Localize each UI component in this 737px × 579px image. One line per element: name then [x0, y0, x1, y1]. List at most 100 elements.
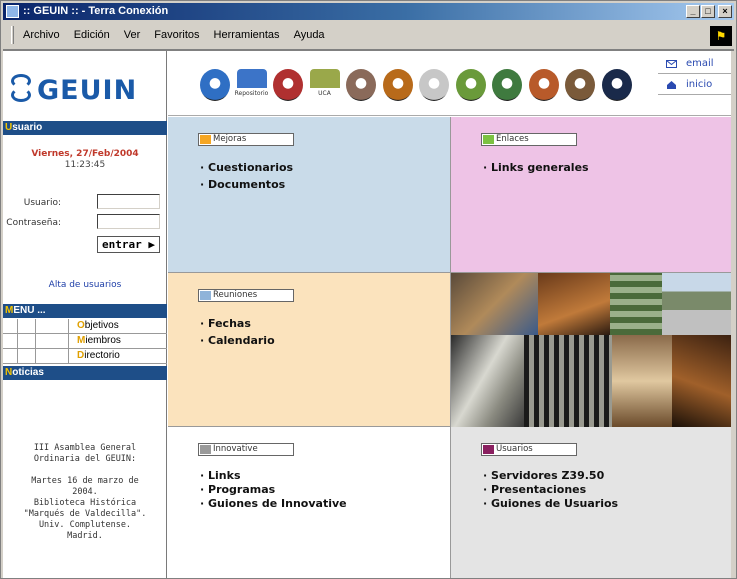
photo-interior [672, 335, 734, 427]
usuario-header: Usuario [3, 121, 167, 135]
link-programas[interactable]: Programas [200, 483, 347, 497]
menu-tree-lines [3, 349, 69, 364]
noticias-header-label: oticias [12, 367, 44, 378]
minimize-button[interactable]: _ [686, 5, 700, 18]
link-guiones-usuarios[interactable]: Guiones de Usuarios [483, 497, 618, 511]
contrasena-input[interactable] [97, 214, 160, 229]
browser-window: :: GEUIN :: - Terra Conexión _ □ × Archi… [0, 0, 737, 579]
current-time: 11:23:45 [64, 160, 106, 170]
maximize-button[interactable]: □ [701, 5, 715, 18]
emblem-caption: UCA [318, 90, 331, 97]
innovative-swatch [200, 445, 211, 454]
innovative-label: Innovative [213, 444, 258, 454]
emblem-repositorio-icon[interactable]: Repositorio [235, 69, 268, 101]
news-line: Madrid. [67, 531, 103, 541]
photo-building [662, 273, 734, 335]
window-title: :: GEUIN :: - Terra Conexión [23, 5, 169, 17]
window-controls: _ □ × [686, 5, 732, 18]
browser-icon [6, 5, 19, 18]
news-line: 2004. [72, 487, 98, 497]
emblem-8-icon[interactable] [492, 69, 522, 101]
close-button[interactable]: × [718, 5, 732, 18]
menu-ver[interactable]: Ver [124, 29, 141, 41]
news-line: Ordinaria del GEUIN: [33, 454, 137, 464]
menu-edicion[interactable]: Edición [74, 29, 110, 41]
usuario-input[interactable] [97, 194, 160, 209]
usuarios-swatch [483, 445, 494, 454]
menu-ayuda[interactable]: Ayuda [294, 29, 325, 41]
current-date: Viernes, 27/Feb/2004 [31, 149, 139, 159]
menu-herramientas[interactable]: Herramientas [214, 29, 280, 41]
photo-reading-room [612, 335, 672, 427]
news-line: Martes 16 de marzo de [31, 476, 139, 486]
usuario-header-label: suario [12, 122, 43, 133]
news-line: "Marqués de Valdecilla". [23, 509, 147, 519]
menubar-grip[interactable] [11, 26, 14, 44]
usuarios-label: Usuarios [496, 444, 533, 454]
emblem-10-icon[interactable] [565, 69, 595, 101]
title-bar[interactable]: :: GEUIN :: - Terra Conexión _ □ × [3, 3, 734, 20]
enlaces-tab[interactable]: Enlaces [481, 133, 577, 146]
reuniones-label: Reuniones [213, 290, 258, 300]
contrasena-label: Contraseña: [6, 218, 61, 228]
enlaces-swatch [483, 135, 494, 144]
photo-shelves [610, 273, 662, 335]
innovative-tab[interactable]: Innovative [198, 443, 294, 456]
mejoras-label: Mejoras [213, 134, 247, 144]
link-fechas[interactable]: Fechas [200, 315, 275, 332]
sidebar-menu: Objetivos Miembros Directorio [3, 319, 167, 364]
sidebar-item-directorio[interactable]: Directorio [3, 349, 167, 364]
emblem-caption: Repositorio [234, 90, 269, 97]
miembros-label: iembros [85, 335, 121, 346]
news-line: Univ. Complutense. [38, 520, 132, 530]
reuniones-tab[interactable]: Reuniones [198, 289, 294, 302]
emblem-7-icon[interactable] [455, 69, 486, 101]
directorio-label: irectorio [84, 350, 120, 361]
emblem-1-icon[interactable] [200, 69, 230, 101]
logo-text: GEUIN [37, 74, 138, 106]
link-calendario[interactable]: Calendario [200, 332, 275, 349]
geuin-logo-icon [9, 72, 33, 108]
alta-usuarios-link[interactable]: Alta de usuarios [3, 280, 167, 290]
menu-tree-lines [3, 319, 69, 334]
menu-header: MENU ... [3, 304, 167, 318]
envelope-icon [666, 60, 677, 68]
email-label: email [686, 58, 714, 69]
emblem-11-icon[interactable] [601, 69, 632, 101]
emblem-4-icon[interactable] [346, 69, 376, 101]
usuarios-links: Servidores Z39.50 Presentaciones Guiones… [483, 469, 618, 511]
email-link[interactable]: email [658, 54, 734, 74]
sidebar-item-miembros[interactable]: Miembros [3, 334, 167, 349]
link-documentos[interactable]: Documentos [200, 176, 293, 193]
mejoras-tab[interactable]: Mejoras [198, 133, 294, 146]
objetivos-label: bjetivos [84, 320, 119, 331]
link-cuestionarios[interactable]: Cuestionarios [200, 159, 293, 176]
enlaces-label: Enlaces [496, 134, 529, 144]
windows-logo-icon: ⚑ [710, 26, 732, 46]
reuniones-swatch [200, 291, 211, 300]
enlaces-links: Links generales [483, 159, 589, 176]
emblem-5-icon[interactable] [382, 69, 413, 101]
usuarios-panel: Usuarios Servidores Z39.50 Presentacione… [451, 427, 734, 578]
link-guiones-innovative[interactable]: Guiones de Innovative [200, 497, 347, 511]
noticias-header: Noticias [3, 366, 167, 380]
link-servidores[interactable]: Servidores Z39.50 [483, 469, 618, 483]
photo-archive-shelves [524, 335, 612, 427]
usuarios-tab[interactable]: Usuarios [481, 443, 577, 456]
link-links-generales[interactable]: Links generales [483, 159, 589, 176]
emblem-shield-icon[interactable] [273, 69, 303, 101]
menu-archivo[interactable]: Archivo [23, 29, 60, 41]
sidebar: GEUIN Usuario Viernes, 27/Feb/2004 11:23… [3, 51, 167, 578]
emblem-uca-icon[interactable]: UCA [309, 69, 340, 101]
enlaces-panel: Enlaces Links generales [451, 117, 734, 273]
home-icon [667, 81, 676, 89]
emblem-9-icon[interactable] [528, 69, 559, 101]
link-links[interactable]: Links [200, 469, 347, 483]
entrar-button[interactable]: entrar ▶ [97, 236, 160, 253]
sidebar-item-objetivos[interactable]: Objetivos [3, 319, 167, 334]
link-presentaciones[interactable]: Presentaciones [483, 483, 618, 497]
menu-favoritos[interactable]: Favoritos [154, 29, 199, 41]
geuin-logo[interactable]: GEUIN [9, 65, 159, 115]
emblem-6-icon[interactable] [419, 69, 449, 101]
inicio-link[interactable]: inicio [658, 75, 734, 95]
